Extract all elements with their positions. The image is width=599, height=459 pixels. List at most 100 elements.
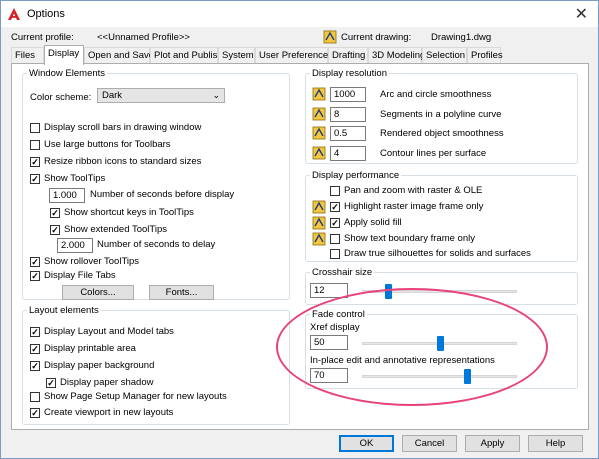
- seconds-to-delay-label: Number of seconds to delay: [97, 239, 216, 250]
- show-extended-tooltips-checkbox[interactable]: ✓: [50, 225, 60, 235]
- crosshair-size-input[interactable]: 12: [310, 283, 348, 298]
- title-bar: Options ✕: [1, 1, 598, 27]
- fonts-button[interactable]: Fonts...: [149, 285, 214, 300]
- show-text-boundary-checkbox[interactable]: [330, 234, 340, 244]
- large-buttons-checkbox[interactable]: [30, 140, 40, 150]
- contour-lines-input[interactable]: 4: [330, 146, 366, 161]
- close-icon[interactable]: ✕: [575, 4, 588, 24]
- ok-button[interactable]: OK: [339, 435, 394, 452]
- show-tooltips-checkbox[interactable]: ✓: [30, 174, 40, 184]
- apply-solid-fill-checkbox[interactable]: ✓: [330, 218, 340, 228]
- layout-elements-legend: Layout elements: [29, 305, 99, 316]
- arc-smoothness-label: Arc and circle smoothness: [380, 89, 492, 100]
- highlight-raster-label: Highlight raster image frame only: [344, 201, 484, 212]
- options-dialog: Options ✕ Current profile: <<Unnamed Pro…: [0, 0, 599, 459]
- tab-display[interactable]: Display: [44, 45, 84, 65]
- show-shortcut-keys-checkbox[interactable]: ✓: [50, 208, 60, 218]
- create-viewport-checkbox[interactable]: ✓: [30, 408, 40, 418]
- tab-system[interactable]: System: [218, 47, 255, 64]
- color-scheme-dropdown[interactable]: Dark ⌄: [97, 88, 225, 103]
- draw-true-silhouettes-checkbox[interactable]: [330, 249, 340, 259]
- display-printable-area-label: Display printable area: [44, 343, 136, 354]
- resize-ribbon-label: Resize ribbon icons to standard sizes: [44, 156, 202, 167]
- arc-smoothness-input[interactable]: 1000: [330, 87, 366, 102]
- create-viewport-label: Create viewport in new layouts: [44, 407, 174, 418]
- display-performance-legend: Display performance: [312, 170, 400, 181]
- show-page-setup-checkbox[interactable]: [30, 392, 40, 402]
- highlight-raster-checkbox[interactable]: ✓: [330, 202, 340, 212]
- inplace-edit-input[interactable]: 70: [310, 368, 348, 383]
- profile-row: Current profile: <<Unnamed Profile>> Cur…: [1, 30, 598, 46]
- show-page-setup-label: Show Page Setup Manager for new layouts: [44, 391, 227, 402]
- display-paper-background-checkbox[interactable]: ✓: [30, 361, 40, 371]
- drawing-saved-setting-icon: [312, 200, 326, 214]
- polyline-segments-input[interactable]: 8: [330, 107, 366, 122]
- resize-ribbon-checkbox[interactable]: ✓: [30, 157, 40, 167]
- xref-display-input[interactable]: 50: [310, 335, 348, 350]
- seconds-before-display-label: Number of seconds before display: [90, 189, 235, 200]
- draw-true-silhouettes-label: Draw true silhouettes for solids and sur…: [344, 248, 531, 259]
- show-rollover-checkbox[interactable]: ✓: [30, 257, 40, 267]
- autocad-logo-icon: [8, 8, 20, 20]
- display-scroll-bars-checkbox[interactable]: [30, 123, 40, 133]
- display-paper-shadow-label: Display paper shadow: [60, 377, 154, 388]
- display-file-tabs-label: Display File Tabs: [44, 270, 116, 281]
- tab-3d-modeling[interactable]: 3D Modeling: [368, 47, 425, 64]
- pan-zoom-label: Pan and zoom with raster & OLE: [344, 185, 483, 196]
- drawing-saved-setting-icon: [312, 87, 326, 101]
- display-printable-area-checkbox[interactable]: ✓: [30, 344, 40, 354]
- window-title: Options: [27, 8, 65, 20]
- tab-drafting[interactable]: Drafting: [328, 47, 368, 64]
- drawing-saved-setting-icon: [312, 107, 326, 121]
- tab-plot-and-publish[interactable]: Plot and Publish: [150, 47, 223, 64]
- show-tooltips-label: Show ToolTips: [44, 173, 106, 184]
- rendered-smoothness-input[interactable]: 0.5: [330, 126, 366, 141]
- chevron-down-icon: ⌄: [212, 90, 220, 100]
- pan-zoom-checkbox[interactable]: [330, 186, 340, 196]
- tab-user-preferences[interactable]: User Preferences: [255, 47, 333, 64]
- show-shortcut-keys-label: Show shortcut keys in ToolTips: [64, 207, 194, 218]
- crosshair-size-legend: Crosshair size: [312, 267, 373, 278]
- drawing-saved-setting-icon: [312, 216, 326, 230]
- current-profile-value: <<Unnamed Profile>>: [97, 32, 190, 43]
- drawing-saved-setting-icon: [312, 126, 326, 140]
- tab-files[interactable]: Files: [11, 47, 44, 64]
- colors-button[interactable]: Colors...: [62, 285, 134, 300]
- drawing-saved-setting-icon: [312, 146, 326, 160]
- seconds-to-delay-input[interactable]: 2.000: [57, 238, 93, 253]
- show-extended-tooltips-label: Show extended ToolTips: [64, 224, 167, 235]
- display-paper-background-label: Display paper background: [44, 360, 155, 371]
- help-button[interactable]: Help: [528, 435, 583, 452]
- color-scheme-label: Color scheme:: [30, 92, 92, 103]
- drawing-file-icon: [323, 30, 337, 44]
- show-text-boundary-label: Show text boundary frame only: [344, 233, 475, 244]
- fade-control-legend: Fade control: [312, 309, 365, 320]
- display-file-tabs-checkbox[interactable]: ✓: [30, 271, 40, 281]
- current-drawing-value: Drawing1.dwg: [431, 32, 492, 43]
- contour-lines-label: Contour lines per surface: [380, 148, 487, 159]
- inplace-edit-slider-track[interactable]: [362, 375, 517, 378]
- tab-profiles[interactable]: Profiles: [467, 47, 503, 64]
- apply-solid-fill-label: Apply solid fill: [344, 217, 402, 228]
- display-paper-shadow-checkbox[interactable]: ✓: [46, 378, 56, 388]
- xref-display-label: Xref display: [310, 322, 360, 333]
- tab-open-and-save[interactable]: Open and Save: [84, 47, 154, 64]
- apply-button[interactable]: Apply: [465, 435, 520, 452]
- inplace-edit-slider-thumb[interactable]: [463, 369, 471, 384]
- current-profile-label: Current profile:: [11, 32, 74, 43]
- xref-display-slider-thumb[interactable]: [436, 336, 444, 351]
- seconds-before-display-input[interactable]: 1.000: [49, 188, 85, 203]
- crosshair-size-slider-thumb[interactable]: [385, 284, 393, 299]
- display-layout-model-tabs-checkbox[interactable]: ✓: [30, 327, 40, 337]
- color-scheme-value: Dark: [102, 90, 123, 101]
- display-layout-model-tabs-label: Display Layout and Model tabs: [44, 326, 174, 337]
- large-buttons-label: Use large buttons for Toolbars: [44, 139, 171, 150]
- cancel-button[interactable]: Cancel: [402, 435, 457, 452]
- tab-selection[interactable]: Selection: [422, 47, 467, 64]
- display-resolution-legend: Display resolution: [312, 68, 387, 79]
- polyline-segments-label: Segments in a polyline curve: [380, 109, 502, 120]
- show-rollover-label: Show rollover ToolTips: [44, 256, 140, 267]
- current-drawing-label: Current drawing:: [341, 32, 412, 43]
- drawing-saved-setting-icon: [312, 232, 326, 246]
- window-elements-legend: Window Elements: [29, 68, 106, 79]
